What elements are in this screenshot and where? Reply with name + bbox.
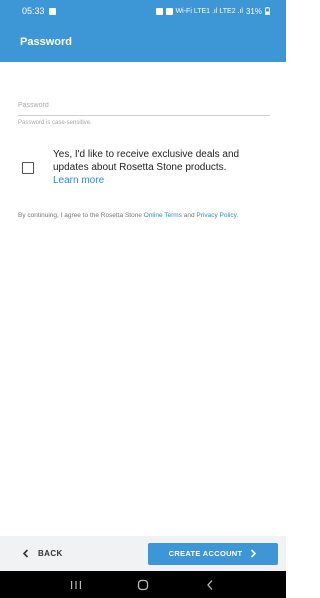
signal-indicator: Wi-Fi LTE1 .ıl LTE2 .ıl [175,7,243,15]
status-time: 05:33 [22,6,45,16]
chevron-left-icon [22,549,29,558]
create-account-button[interactable]: CREATE ACCOUNT [148,542,278,565]
learn-more-link[interactable]: Learn more [53,174,272,187]
opt-in-label: Yes, I'd like to receive exclusive deals… [53,149,240,173]
terms-and: and [183,212,195,219]
system-nav-bar [0,571,286,598]
privacy-policy-link[interactable]: Privacy Policy [196,212,236,219]
back-nav-icon[interactable] [203,578,217,592]
page-title: Password [20,36,72,48]
recent-apps-icon[interactable] [69,578,83,592]
online-terms-link[interactable]: Online Terms [144,212,182,219]
app-bar: Password [0,22,286,62]
password-field-group: Password is case-sensitive. [18,94,270,126]
lock-notification-icon [155,7,163,15]
opt-in-row: Yes, I'd like to receive exclusive deals… [22,148,272,187]
alarm-notification-icon [165,7,173,15]
password-helper-text: Password is case-sensitive. [18,120,92,126]
status-right: Wi-Fi LTE1 .ıl LTE2 .ıl 31% [155,6,270,16]
gallery-notification-icon [48,7,56,15]
back-button[interactable]: BACK [22,549,63,558]
opt-in-text: Yes, I'd like to receive exclusive deals… [53,148,272,187]
status-left: 05:33 [22,6,56,16]
footer-bar: BACK CREATE ACCOUNT [0,536,286,571]
battery-percent: 31% [245,6,262,16]
chevron-right-icon [251,549,257,558]
back-label: BACK [38,549,63,558]
terms-text: By continuing, I agree to the Rosetta St… [18,211,276,220]
create-account-label: CREATE ACCOUNT [168,549,243,558]
password-input[interactable] [18,96,270,116]
home-icon[interactable] [136,578,150,592]
terms-suffix: . [236,212,239,219]
terms-prefix: By continuing, I agree to the Rosetta St… [18,212,142,219]
opt-in-checkbox[interactable] [22,162,34,174]
battery-icon [265,7,270,15]
status-bar: 05:33 Wi-Fi LTE1 .ıl LTE2 .ıl 31% [0,0,286,22]
